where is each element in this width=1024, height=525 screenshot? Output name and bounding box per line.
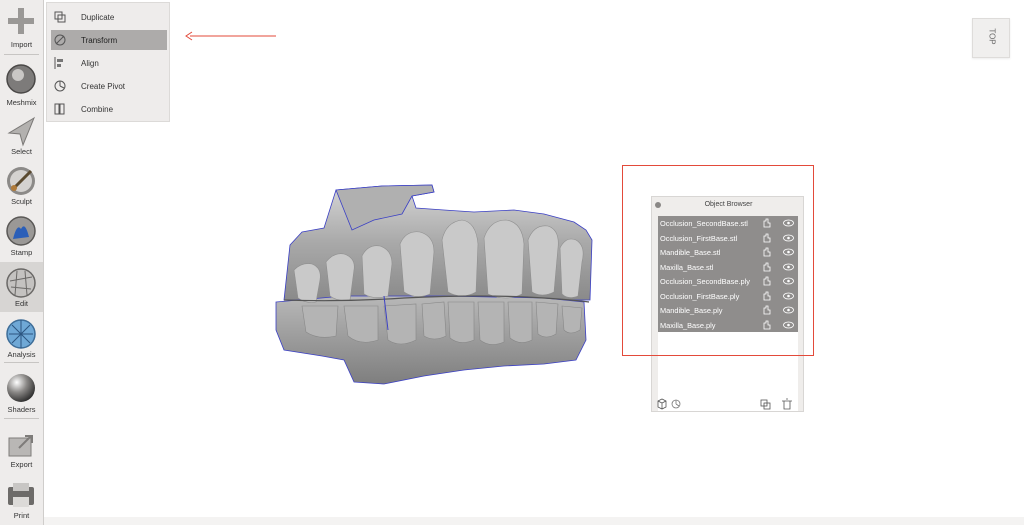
bottom-status-bar: [44, 517, 1024, 525]
select-label: Select: [11, 147, 32, 156]
left-toolbar: Import Meshmix Select Sculpt Stamp Edit …: [0, 0, 44, 525]
stamp-button[interactable]: Stamp: [0, 210, 43, 260]
import-button[interactable]: Import: [0, 0, 43, 50]
view-cube-label: TOP: [987, 28, 997, 45]
sculpt-button[interactable]: Sculpt: [0, 160, 43, 210]
pivot-circle-icon[interactable]: [671, 399, 681, 409]
toolbar-divider: [4, 362, 39, 363]
select-button[interactable]: Select: [0, 110, 43, 160]
stamp-label: Stamp: [10, 248, 33, 257]
annotation-highlight-box: [622, 165, 814, 356]
analysis-icon: [6, 319, 36, 349]
cube-icon[interactable]: [657, 398, 667, 410]
3d-viewport[interactable]: [44, 0, 1024, 525]
edit-label: Edit: [15, 299, 28, 308]
edit-icon: [6, 268, 36, 298]
brush-icon: [7, 167, 35, 195]
panel-footer: [657, 398, 792, 410]
shader-sphere-icon: [7, 374, 35, 402]
import-label: Import: [10, 40, 33, 49]
view-cube-top[interactable]: TOP: [972, 18, 1010, 58]
export-button[interactable]: Export: [0, 423, 43, 473]
meshmix-button[interactable]: Meshmix: [0, 58, 43, 108]
analysis-button[interactable]: Analysis: [0, 313, 43, 363]
plus-icon: [8, 8, 34, 34]
edit-button[interactable]: Edit: [0, 262, 43, 312]
stamp-icon: [6, 216, 36, 246]
toolbar-divider: [4, 418, 39, 419]
export-label: Export: [10, 460, 33, 469]
dental-model-mesh[interactable]: [275, 184, 593, 385]
toolbar-divider: [4, 54, 39, 55]
sculpt-label: Sculpt: [11, 197, 32, 206]
print-label: Print: [13, 511, 30, 520]
print-button[interactable]: Print: [0, 474, 43, 524]
duplicate-icon[interactable]: [760, 399, 771, 410]
meshmix-label: Meshmix: [6, 98, 37, 107]
analysis-label: Analysis: [7, 350, 36, 359]
export-icon: [8, 435, 33, 457]
trash-icon[interactable]: [782, 398, 792, 410]
shaders-button[interactable]: Shaders: [0, 367, 43, 417]
select-arrow-icon: [7, 116, 36, 147]
printer-icon: [8, 483, 34, 507]
meshmix-icon: [6, 64, 36, 94]
shaders-label: Shaders: [7, 405, 36, 414]
